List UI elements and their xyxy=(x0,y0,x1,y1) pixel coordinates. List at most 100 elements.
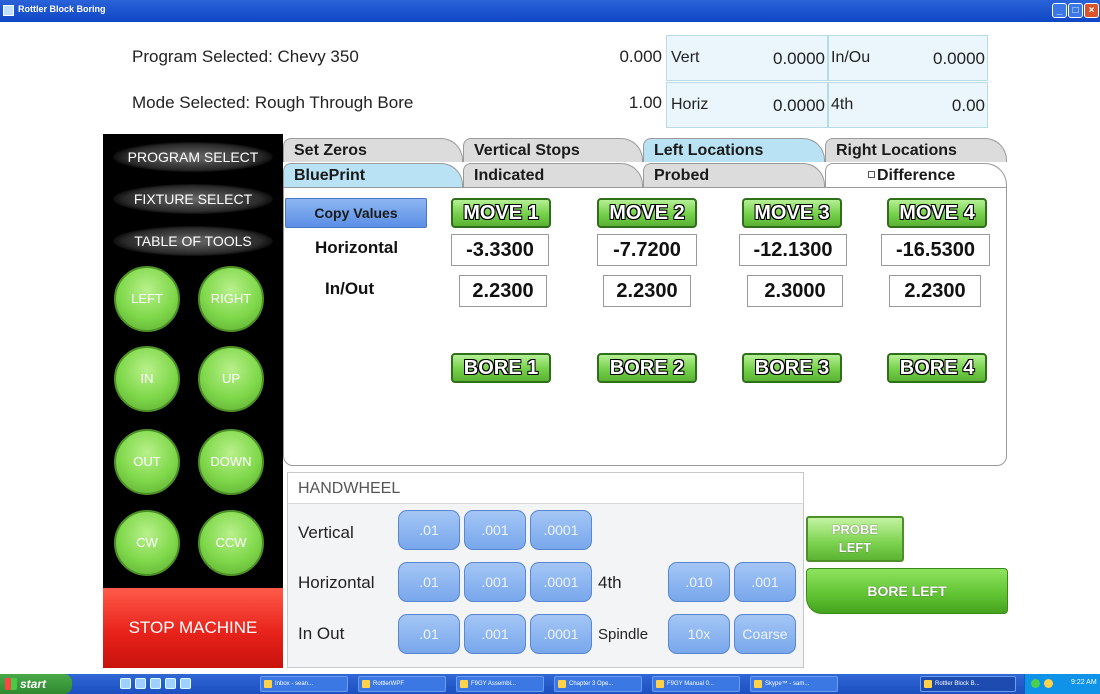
taskbar-item[interactable]: RottlerWPF xyxy=(358,676,446,692)
fourth-001-button[interactable]: .001 xyxy=(734,562,796,602)
move-2-button[interactable]: MOVE 2 xyxy=(597,198,697,228)
taskbar-item[interactable]: F9GY Assembl... xyxy=(456,676,544,692)
pdf-icon xyxy=(656,680,664,688)
inout-01-button[interactable]: .01 xyxy=(398,614,460,654)
bore-4-button[interactable]: BORE 4 xyxy=(887,353,987,383)
fixture-select-button[interactable]: FIXTURE SELECT xyxy=(103,178,283,218)
inout-value-4[interactable]: 2.2300 xyxy=(889,275,981,307)
tab-left-locations[interactable]: Left Locations xyxy=(643,138,825,162)
copy-values-button[interactable]: Copy Values xyxy=(285,198,427,228)
mode-selected-label: Mode Selected: Rough Through Bore xyxy=(132,93,414,112)
move-4-button[interactable]: MOVE 4 xyxy=(887,198,987,228)
inout-value-3[interactable]: 2.3000 xyxy=(747,275,843,307)
taskbar-item[interactable]: Chapter 3 Ope... xyxy=(554,676,642,692)
horizontal-value-2[interactable]: -7.7200 xyxy=(597,234,697,266)
taskbar-item-label: Rottler Block B... xyxy=(935,681,980,687)
taskbar-item[interactable]: Inbox - sean... xyxy=(260,676,348,692)
taskbar-item-active[interactable]: Rottler Block B... xyxy=(920,676,1016,692)
maximize-button[interactable]: □ xyxy=(1068,3,1083,18)
skype-icon xyxy=(754,680,762,688)
move-1-button[interactable]: MOVE 1 xyxy=(451,198,551,228)
difference-checkbox[interactable] xyxy=(868,171,875,178)
taskbar-item[interactable]: F9GY Manual 0... xyxy=(652,676,740,692)
minimize-button[interactable]: _ xyxy=(1052,3,1067,18)
taskbar-item-label: Inbox - sean... xyxy=(275,681,314,687)
jog-cw-button[interactable]: CW xyxy=(114,510,180,576)
vertical-0001-button[interactable]: .0001 xyxy=(530,510,592,550)
horiz-readout: Horiz 0.0000 xyxy=(666,82,828,128)
ie-icon[interactable] xyxy=(120,678,131,689)
inout-0001-button[interactable]: .0001 xyxy=(530,614,592,654)
explorer-icon[interactable] xyxy=(150,678,161,689)
spindle-coarse-button[interactable]: Coarse xyxy=(734,614,796,654)
hw-vertical-label: Vertical xyxy=(298,523,354,542)
probe-left-button[interactable]: PROBE LEFT xyxy=(806,516,904,562)
inout-001-button[interactable]: .001 xyxy=(464,614,526,654)
move-3-button[interactable]: MOVE 3 xyxy=(742,198,842,228)
tab-indicated[interactable]: Indicated xyxy=(463,163,643,187)
hw-4th-label: 4th xyxy=(598,573,622,592)
help-icon[interactable] xyxy=(180,678,191,689)
horizontal-value-3[interactable]: -12.1300 xyxy=(739,234,847,266)
vertical-001-button[interactable]: .001 xyxy=(464,510,526,550)
handwheel-title: HANDWHEEL xyxy=(287,472,804,504)
fourth-value: 0.00 xyxy=(951,96,985,115)
horizontal-001-button[interactable]: .001 xyxy=(464,562,526,602)
horizontal-value-1[interactable]: -3.3300 xyxy=(451,234,549,266)
tray-app-icon[interactable] xyxy=(1044,679,1053,688)
close-button[interactable]: × xyxy=(1084,3,1099,18)
inout-value-2[interactable]: 2.2300 xyxy=(603,275,691,307)
bore-1-button[interactable]: BORE 1 xyxy=(451,353,551,383)
tab-set-zeros[interactable]: Set Zeros xyxy=(283,138,463,162)
tab-difference[interactable]: Difference xyxy=(825,163,1007,187)
jog-right-button[interactable]: RIGHT xyxy=(198,266,264,332)
tab-blueprint[interactable]: BluePrint xyxy=(283,163,463,187)
tab-right-locations[interactable]: Right Locations xyxy=(825,138,1007,162)
jog-in-button[interactable]: IN xyxy=(114,346,180,412)
window-title: Rottler Block Boring xyxy=(18,4,106,14)
stop-machine-button[interactable]: STOP MACHINE xyxy=(103,588,283,668)
table-of-tools-button[interactable]: TABLE OF TOOLS xyxy=(103,220,283,260)
tab-vertical-stops[interactable]: Vertical Stops xyxy=(463,138,643,162)
fourth-label: 4th xyxy=(831,96,854,113)
hw-inout-label: In Out xyxy=(298,624,345,643)
hw-spindle-label: Spindle xyxy=(598,626,649,643)
start-button[interactable]: start xyxy=(0,674,72,694)
bore-left-button[interactable]: BORE LEFT xyxy=(806,568,1008,614)
outlook-icon xyxy=(264,680,272,688)
browser-icon[interactable] xyxy=(135,678,146,689)
start-label: start xyxy=(20,677,47,691)
header-value-top: 0.000 xyxy=(619,47,662,66)
bore-3-button[interactable]: BORE 3 xyxy=(742,353,842,383)
tab-difference-label: Difference xyxy=(877,167,956,184)
taskbar-item[interactable]: Skype™ - sam... xyxy=(750,676,838,692)
fourth-010-button[interactable]: .010 xyxy=(668,562,730,602)
tab-probed[interactable]: Probed xyxy=(643,163,825,187)
jog-ccw-button[interactable]: CCW xyxy=(198,510,264,576)
fourth-readout: 4th 0.00 xyxy=(828,82,988,128)
horizontal-01-button[interactable]: .01 xyxy=(398,562,460,602)
bore-2-button[interactable]: BORE 2 xyxy=(597,353,697,383)
vertical-01-button[interactable]: .01 xyxy=(398,510,460,550)
jog-left-button[interactable]: LEFT xyxy=(114,266,180,332)
clock: 9:22 AM xyxy=(1071,679,1097,686)
horizontal-value-4[interactable]: -16.5300 xyxy=(881,234,990,266)
program-select-button[interactable]: PROGRAM SELECT xyxy=(103,136,283,176)
taskbar: start Inbox - sean... RottlerWPF F9GY As… xyxy=(0,674,1100,694)
header-value-bottom: 1.00 xyxy=(628,93,662,112)
inout-value-1[interactable]: 2.2300 xyxy=(459,275,547,307)
jog-out-button[interactable]: OUT xyxy=(114,429,180,495)
spindle-10x-button[interactable]: 10x xyxy=(668,614,730,654)
program-selected-label: Program Selected: Chevy 350 xyxy=(132,47,359,66)
jog-up-button[interactable]: UP xyxy=(198,346,264,412)
title-bar: Rottler Block Boring _ □ × xyxy=(0,0,1100,22)
vert-value: 0.0000 xyxy=(773,49,825,68)
program-select-label: PROGRAM SELECT xyxy=(127,149,259,165)
document-icon xyxy=(460,680,468,688)
vert-label: Vert xyxy=(671,49,700,66)
jog-down-button[interactable]: DOWN xyxy=(198,429,264,495)
network-icon[interactable] xyxy=(1031,679,1040,688)
fixture-select-label: FIXTURE SELECT xyxy=(133,191,253,207)
app-icon[interactable] xyxy=(165,678,176,689)
horizontal-0001-button[interactable]: .0001 xyxy=(530,562,592,602)
